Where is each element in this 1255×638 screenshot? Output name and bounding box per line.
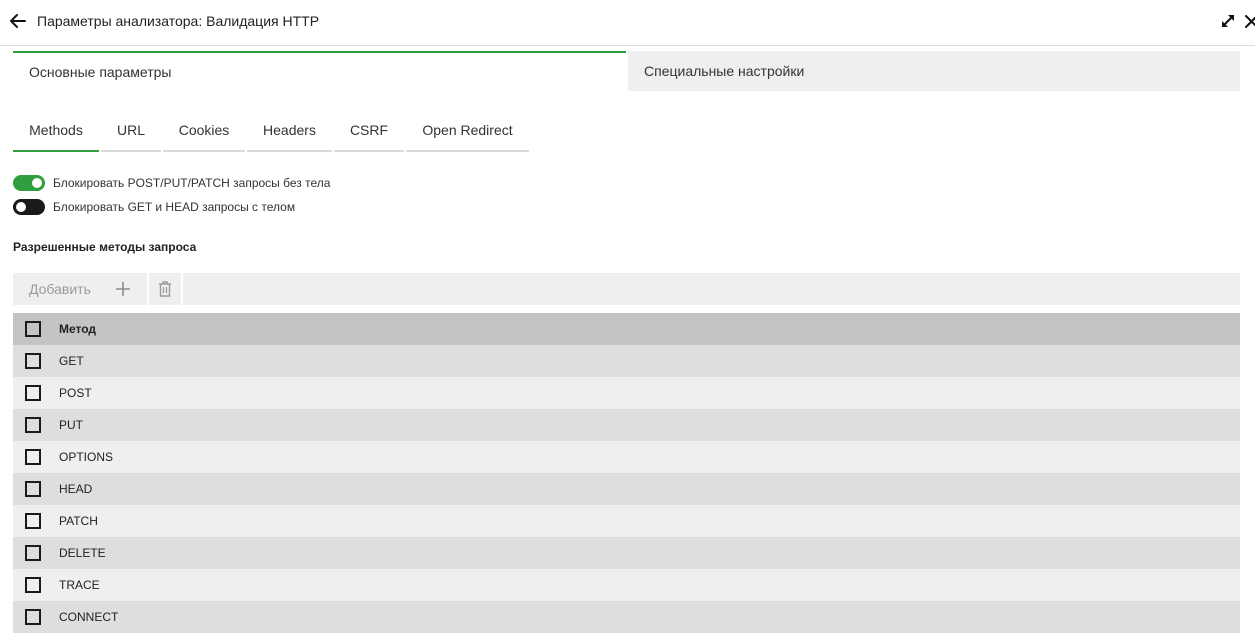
table-row[interactable]: HEAD <box>13 473 1240 505</box>
close-icon[interactable] <box>1244 13 1255 29</box>
tab-csrf[interactable]: CSRF <box>334 112 404 152</box>
add-button[interactable]: Добавить <box>29 281 91 297</box>
table-row[interactable]: GET <box>13 345 1240 377</box>
table-row[interactable]: PUT <box>13 409 1240 441</box>
row-checkbox[interactable] <box>25 577 41 593</box>
row-checkbox[interactable] <box>25 609 41 625</box>
row-checkbox[interactable] <box>25 545 41 561</box>
top-bar: Параметры анализатора: Валидация HTTP <box>0 0 1255 46</box>
toggle-switch[interactable] <box>13 175 45 191</box>
select-all-checkbox[interactable] <box>25 321 41 337</box>
method-cell: GET <box>59 354 84 368</box>
table-row[interactable]: OPTIONS <box>13 441 1240 473</box>
tab-open-redirect[interactable]: Open Redirect <box>406 112 529 152</box>
method-cell: HEAD <box>59 482 93 496</box>
row-checkbox[interactable] <box>25 481 41 497</box>
toggle-knob <box>16 202 26 212</box>
tab-methods[interactable]: Methods <box>13 112 99 152</box>
toggle-label: Блокировать POST/PUT/PATCH запросы без т… <box>53 176 331 190</box>
plus-icon[interactable] <box>115 281 131 297</box>
method-cell: OPTIONS <box>59 450 114 464</box>
toggle-switch[interactable] <box>13 199 45 215</box>
method-cell: CONNECT <box>59 610 119 624</box>
method-cell: TRACE <box>59 578 100 592</box>
table-row[interactable]: POST <box>13 377 1240 409</box>
column-header-method: Метод <box>59 322 97 336</box>
method-cell: POST <box>59 386 92 400</box>
method-cell: PUT <box>59 418 83 432</box>
page-title: Параметры анализатора: Валидация HTTP <box>37 13 320 29</box>
toolbar-divider <box>181 273 183 305</box>
tab-special-settings[interactable]: Специальные настройки <box>628 51 1240 91</box>
tab-url[interactable]: URL <box>101 112 161 152</box>
row-checkbox[interactable] <box>25 417 41 433</box>
toggle-label: Блокировать GET и HEAD запросы с телом <box>53 200 296 214</box>
table-header-row: Метод <box>13 313 1240 345</box>
row-checkbox[interactable] <box>25 385 41 401</box>
method-cell: DELETE <box>59 546 106 560</box>
table-row[interactable]: TRACE <box>13 569 1240 601</box>
toolbar-divider <box>147 273 149 305</box>
section-title: Разрешенные методы запроса <box>13 240 197 254</box>
toggle-knob <box>32 178 42 188</box>
method-cell: PATCH <box>59 514 98 528</box>
trash-icon[interactable] <box>157 280 173 298</box>
row-checkbox[interactable] <box>25 513 41 529</box>
row-checkbox[interactable] <box>25 449 41 465</box>
arrow-left-icon[interactable] <box>8 11 28 31</box>
table-toolbar: Добавить <box>13 273 1240 305</box>
table-row[interactable]: PATCH <box>13 505 1240 537</box>
expand-arrows-icon[interactable] <box>1220 13 1236 29</box>
table-row[interactable]: DELETE <box>13 537 1240 569</box>
row-checkbox[interactable] <box>25 353 41 369</box>
tab-headers[interactable]: Headers <box>247 112 332 152</box>
methods-table: Метод GET POST PUT OPTIONS HEAD PATCH DE… <box>13 313 1240 633</box>
table-row[interactable]: CONNECT <box>13 601 1240 633</box>
tab-cookies[interactable]: Cookies <box>163 112 245 152</box>
tab-main-parameters[interactable]: Основные параметры <box>13 51 626 91</box>
